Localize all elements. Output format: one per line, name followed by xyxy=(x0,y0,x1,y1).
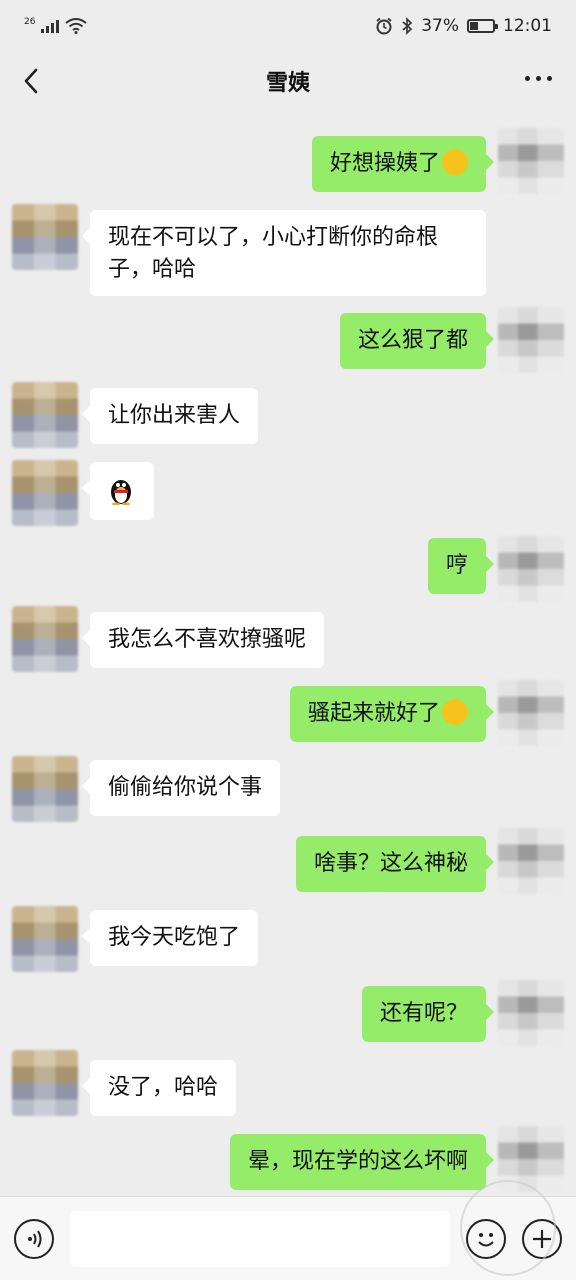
message-bubble-received[interactable]: 偷偷给你说个事 xyxy=(81,760,281,816)
message-text: 骚起来就好了 xyxy=(307,701,440,726)
message-text: 没了，哈哈 xyxy=(108,1075,219,1100)
smiley-icon xyxy=(478,1233,494,1247)
message-bubble-sent[interactable]: 晕，现在学的这么坏啊 xyxy=(229,1134,495,1190)
contact-avatar[interactable] xyxy=(12,382,78,448)
contact-avatar[interactable] xyxy=(12,906,78,972)
alarm-icon xyxy=(376,17,392,35)
contact-avatar[interactable] xyxy=(12,204,78,270)
message-list[interactable]: 好想操姨了 现在不可以了，小心打断你的命根子，哈哈 这么狠了都 让你出来害人 哼… xyxy=(0,110,576,1196)
my-avatar[interactable] xyxy=(498,828,564,894)
message-text: 这么狠了都 xyxy=(357,328,468,353)
message-bubble-sent[interactable]: 啥事？这么神秘 xyxy=(295,836,495,892)
more-options-icon[interactable] xyxy=(525,76,552,81)
battery-icon xyxy=(467,19,498,33)
my-avatar[interactable] xyxy=(498,307,564,373)
emoji-button[interactable] xyxy=(466,1219,506,1259)
contact-avatar[interactable] xyxy=(12,460,78,526)
contact-avatar[interactable] xyxy=(12,606,78,672)
message-text: 我怎么不喜欢撩骚呢 xyxy=(108,627,307,652)
contact-avatar[interactable] xyxy=(12,1050,78,1116)
message-bubble-received[interactable]: 没了，哈哈 xyxy=(81,1060,237,1116)
bluetooth-icon xyxy=(402,17,413,35)
battery-percent: 37% xyxy=(421,16,459,36)
message-text: 现在不可以了，小心打断你的命根子，哈哈 xyxy=(108,225,439,282)
message-bubble-sent[interactable]: 好想操姨了 xyxy=(311,136,495,192)
voice-wave-icon xyxy=(28,1230,42,1248)
message-bubble-sent[interactable]: 还有呢？ xyxy=(361,986,495,1042)
crying-face-emoji-icon xyxy=(442,149,468,175)
network-type: 26 xyxy=(24,17,36,27)
message-bubble-received[interactable]: 让你出来害人 xyxy=(81,388,259,444)
qq-penguin-emoji-icon xyxy=(111,480,131,505)
message-bubble-sent[interactable]: 骚起来就好了 xyxy=(289,686,495,742)
my-avatar[interactable] xyxy=(498,536,564,602)
my-avatar[interactable] xyxy=(498,980,564,1046)
message-text: 好想操姨了 xyxy=(329,151,440,176)
message-text: 我今天吃饱了 xyxy=(108,925,241,950)
my-avatar[interactable] xyxy=(498,680,564,746)
voice-input-button[interactable] xyxy=(14,1219,54,1259)
message-input[interactable] xyxy=(70,1211,450,1267)
message-bubble-sent[interactable]: 这么狠了都 xyxy=(339,313,495,369)
clock: 12:01 xyxy=(503,16,552,36)
status-right: 37% 12:01 xyxy=(375,16,552,36)
message-text: 让你出来害人 xyxy=(108,403,241,428)
message-bubble-sent[interactable]: 哼 xyxy=(427,538,495,594)
status-left: 26 xyxy=(24,17,88,34)
my-avatar[interactable] xyxy=(498,1126,564,1192)
back-arrow-icon[interactable] xyxy=(16,64,50,98)
message-text: 晕，现在学的这么坏啊 xyxy=(247,1149,468,1174)
more-functions-button[interactable] xyxy=(522,1219,562,1259)
signal-icon xyxy=(41,19,60,33)
wifi-icon xyxy=(65,18,88,34)
contact-avatar[interactable] xyxy=(12,756,78,822)
status-bar: 26 37% 12:01 xyxy=(0,0,576,52)
plus-icon xyxy=(533,1230,551,1248)
input-bar xyxy=(0,1196,576,1280)
thinking-face-emoji-icon xyxy=(442,699,468,725)
message-bubble-received[interactable]: 我今天吃饱了 xyxy=(81,910,259,966)
message-text: 还有呢？ xyxy=(379,1001,468,1026)
message-text: 啥事？这么神秘 xyxy=(313,851,468,876)
message-bubble-received[interactable] xyxy=(82,462,154,520)
message-text: 哼 xyxy=(445,553,468,578)
chat-header: 雪姨 xyxy=(0,52,576,110)
message-bubble-received[interactable]: 现在不可以了，小心打断你的命根子，哈哈 xyxy=(82,210,486,296)
chat-title: 雪姨 xyxy=(265,71,310,96)
my-avatar[interactable] xyxy=(498,128,564,194)
message-text: 偷偷给你说个事 xyxy=(108,775,263,800)
message-bubble-received[interactable]: 我怎么不喜欢撩骚呢 xyxy=(81,612,325,668)
